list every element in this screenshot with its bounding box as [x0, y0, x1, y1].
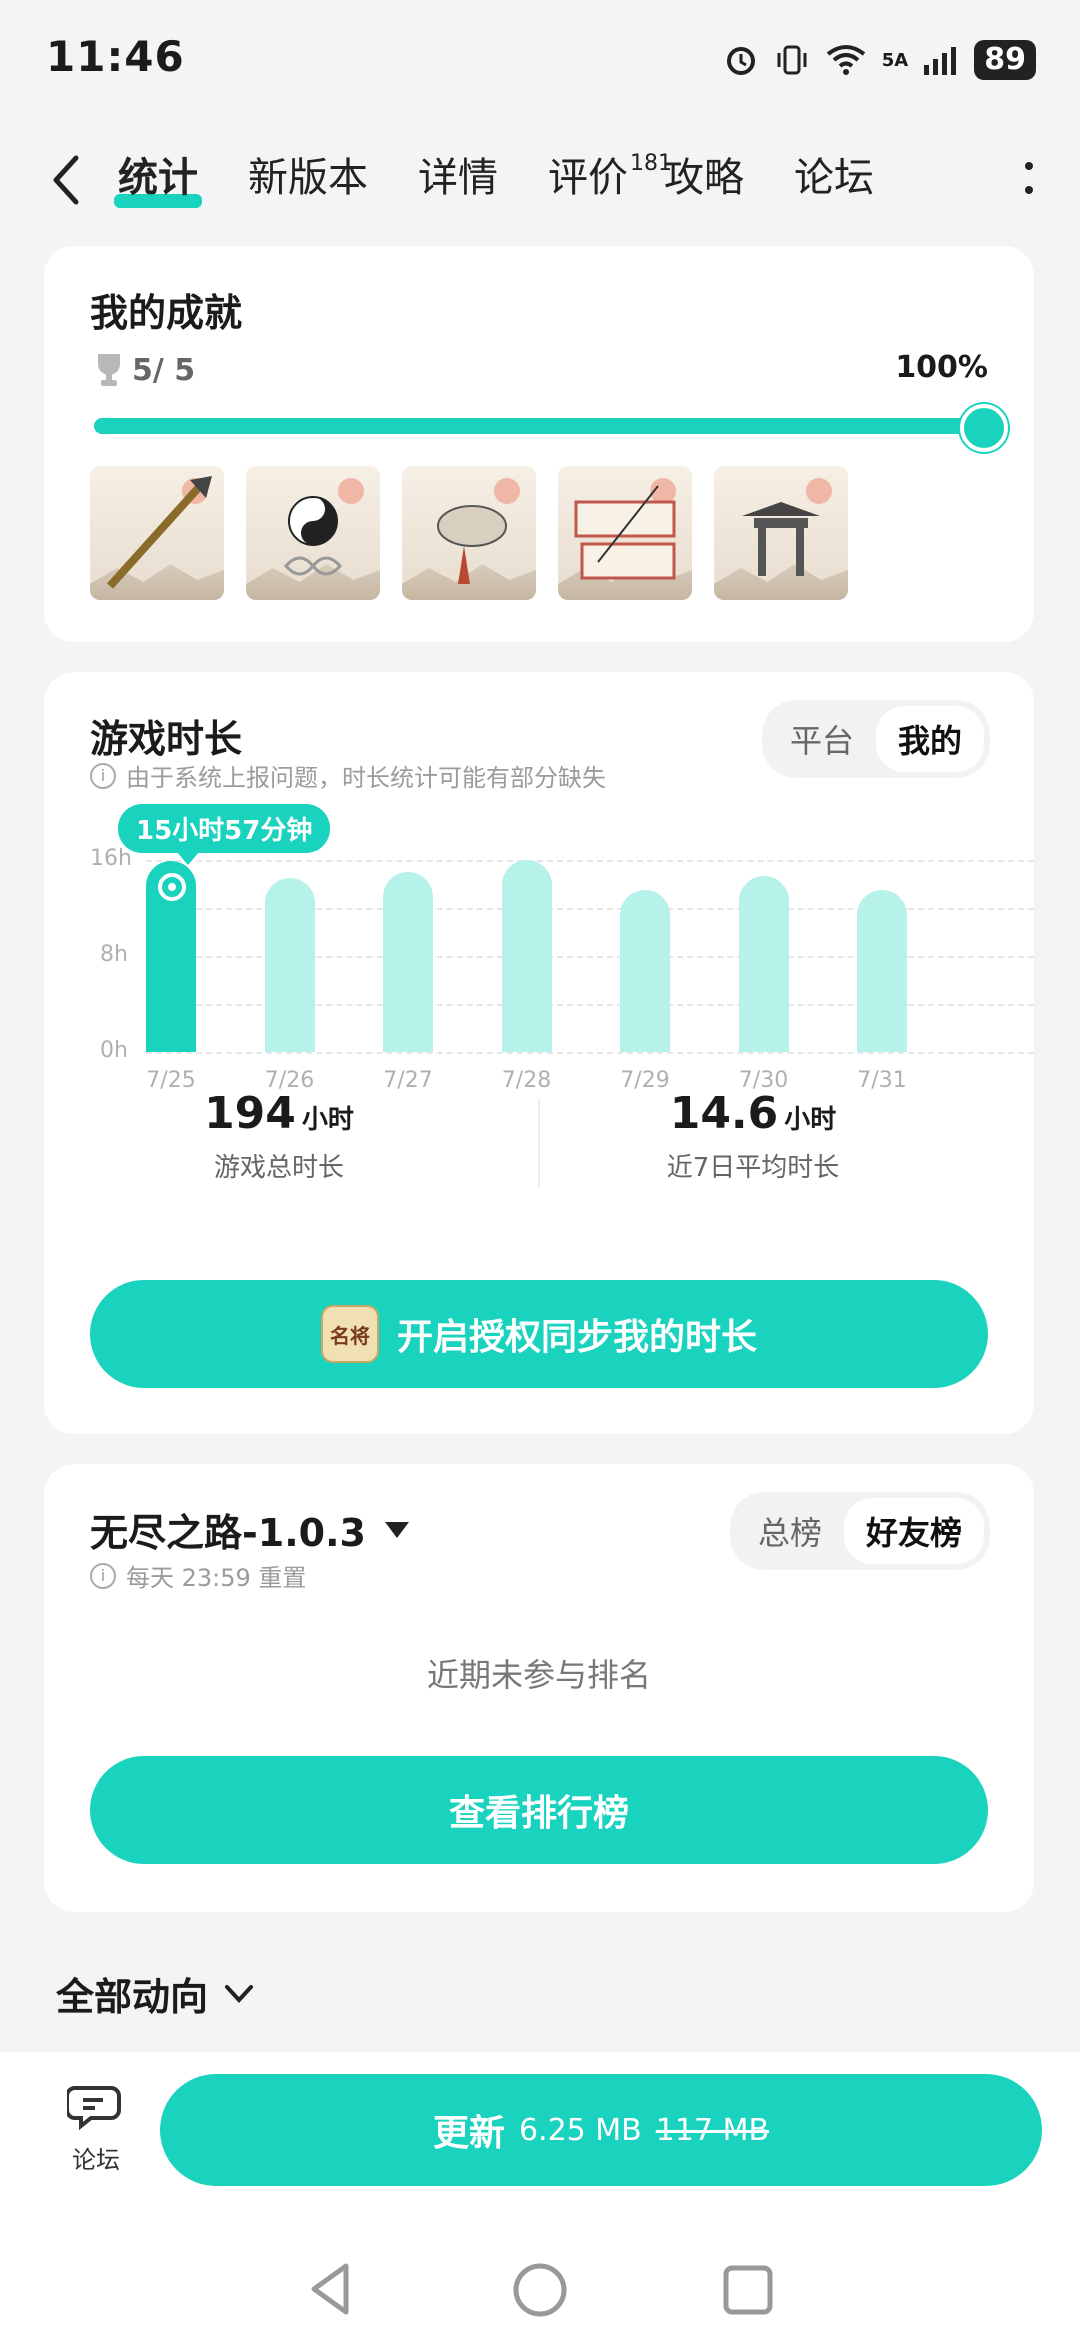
alarm-icon: [726, 47, 755, 75]
bar-7/29[interactable]: [620, 890, 670, 1052]
info-icon: i: [90, 1562, 116, 1589]
yinyang-icon[interactable]: [246, 466, 380, 600]
tab-reviews[interactable]: 评价 181: [548, 150, 672, 206]
tab-guides[interactable]: 攻略: [664, 150, 744, 206]
ranking-empty-text: 近期未参与排名: [426, 1656, 651, 1694]
bar-7/26[interactable]: [264, 878, 315, 1052]
bar-marker-icon: [158, 872, 186, 901]
tab-stats[interactable]: 统计: [114, 150, 202, 208]
bar-7/30[interactable]: [738, 875, 789, 1052]
bar-7/27[interactable]: [383, 872, 433, 1052]
xtick-label: 7/28: [501, 1068, 552, 1093]
network-label: 5A: [881, 49, 909, 71]
segment-friends[interactable]: 好友榜: [843, 1498, 984, 1564]
game-app-icon: 名将: [320, 1305, 379, 1363]
ranking-card: 无尽之路-1.0.3 i 每天 23:59 重置 总榜 好友榜 近期未参与排名 …: [44, 1464, 1034, 1912]
progress-knob: [960, 404, 1008, 452]
nav-back-icon[interactable]: [306, 2262, 356, 2316]
update-label: 更新: [432, 2113, 505, 2154]
signal-icon: [924, 47, 957, 75]
achievements-card: 我的成就 5/ 5 100%: [44, 246, 1034, 642]
achievement-progress-bar: [94, 418, 984, 434]
back-icon[interactable]: [46, 150, 86, 210]
achievement-count: 5/ 5: [94, 352, 195, 388]
spear-icon[interactable]: [90, 466, 224, 600]
nav-home-icon[interactable]: [512, 2262, 568, 2318]
update-button[interactable]: 更新 6.25 MB 117 MB: [160, 2074, 1042, 2186]
ytick-label: 0h: [100, 1038, 128, 1063]
update-size: 6.25 MB: [518, 2112, 642, 2148]
ranking-segment: 总榜 好友榜: [729, 1492, 990, 1570]
achievement-percent: 100%: [895, 350, 988, 385]
avg-playtime-value: 14.6: [669, 1088, 779, 1139]
gridline: [146, 860, 1034, 862]
bar-7/28[interactable]: [501, 860, 552, 1052]
tab-reviews-label: 评价: [548, 155, 628, 201]
forum-shortcut[interactable]: 论坛: [56, 2082, 136, 2175]
playtime-note-text: 由于系统上报问题，时长统计可能有部分缺失: [126, 764, 606, 792]
more-icon[interactable]: [1022, 154, 1036, 204]
avg-playtime-label: 近7日平均时长: [666, 1153, 840, 1183]
feed-title: 全部动向: [56, 1975, 209, 2019]
playtime-note: i 由于系统上报问题，时长统计可能有部分缺失: [90, 758, 606, 793]
playtime-card: 游戏时长 i 由于系统上报问题，时长统计可能有部分缺失 平台 我的 16h 8h…: [44, 672, 1034, 1434]
bar-7/25[interactable]: [146, 860, 196, 1052]
forum-label: 论坛: [72, 2146, 120, 2174]
avg-playtime-stat: 14.6 小时 近7日平均时长: [628, 1088, 878, 1184]
wifi-icon: [826, 45, 866, 75]
playtime-segment: 平台 我的: [761, 700, 990, 778]
old-size: 117 MB: [655, 2112, 770, 2148]
total-playtime-stat: 194 小时 游戏总时长: [164, 1088, 394, 1184]
sync-playtime-button[interactable]: 名将 开启授权同步我的时长: [90, 1280, 988, 1388]
ytick-label: 16h: [90, 846, 132, 871]
chart-tooltip: 15小时57分钟: [118, 804, 331, 865]
achievement-icons: [90, 466, 848, 600]
tab-bar: 统计 新版本 详情 评价 181 攻略 论坛: [114, 150, 924, 208]
info-icon: i: [90, 762, 116, 789]
scroll-icon[interactable]: [558, 466, 692, 600]
nav-recents-icon[interactable]: [722, 2264, 774, 2316]
battery-icon: 89: [974, 40, 1036, 80]
bar-marker-dot: [168, 882, 176, 891]
version-title: 无尽之路-1.0.3: [90, 1511, 366, 1555]
tab-new-version[interactable]: 新版本: [248, 150, 368, 206]
avg-playtime-unit: 小时: [784, 1105, 837, 1135]
sync-playtime-label: 开启授权同步我的时长: [396, 1317, 757, 1358]
gridline: [146, 1052, 1034, 1054]
vibrate-icon: [777, 45, 807, 75]
segment-overall[interactable]: 总榜: [736, 1498, 844, 1564]
gate-icon[interactable]: [714, 466, 848, 600]
status-icons: 5A 89: [724, 40, 1036, 80]
segment-mine[interactable]: 我的: [875, 706, 984, 772]
trophy-icon: [98, 354, 120, 386]
triangle-down-icon: [384, 1521, 409, 1538]
tiger-icon[interactable]: [402, 466, 536, 600]
playtime-title: 游戏时长: [90, 717, 243, 761]
stats-divider: [538, 1098, 540, 1188]
achievements-title: 我的成就: [90, 291, 243, 335]
total-playtime-unit: 小时: [301, 1105, 354, 1135]
view-ranking-button[interactable]: 查看排行榜: [90, 1756, 988, 1864]
total-playtime-label: 游戏总时长: [213, 1153, 344, 1183]
chevron-down-icon: [225, 1984, 254, 2003]
chat-icon: [65, 2086, 121, 2131]
feed-header[interactable]: 全部动向: [56, 1966, 254, 2021]
reset-note-text: 每天 23:59 重置: [126, 1564, 307, 1592]
version-selector[interactable]: 无尽之路-1.0.3: [90, 1502, 410, 1557]
reset-note: i 每天 23:59 重置: [90, 1558, 306, 1593]
tab-forum[interactable]: 论坛: [794, 150, 874, 206]
bar-7/31[interactable]: [857, 890, 907, 1052]
tab-details[interactable]: 详情: [418, 150, 498, 206]
ytick-label: 8h: [100, 942, 128, 967]
achievement-count-text: 5/ 5: [132, 352, 196, 388]
status-time: 11:46: [46, 32, 185, 81]
segment-platform[interactable]: 平台: [768, 706, 876, 772]
total-playtime-value: 194: [204, 1088, 296, 1139]
